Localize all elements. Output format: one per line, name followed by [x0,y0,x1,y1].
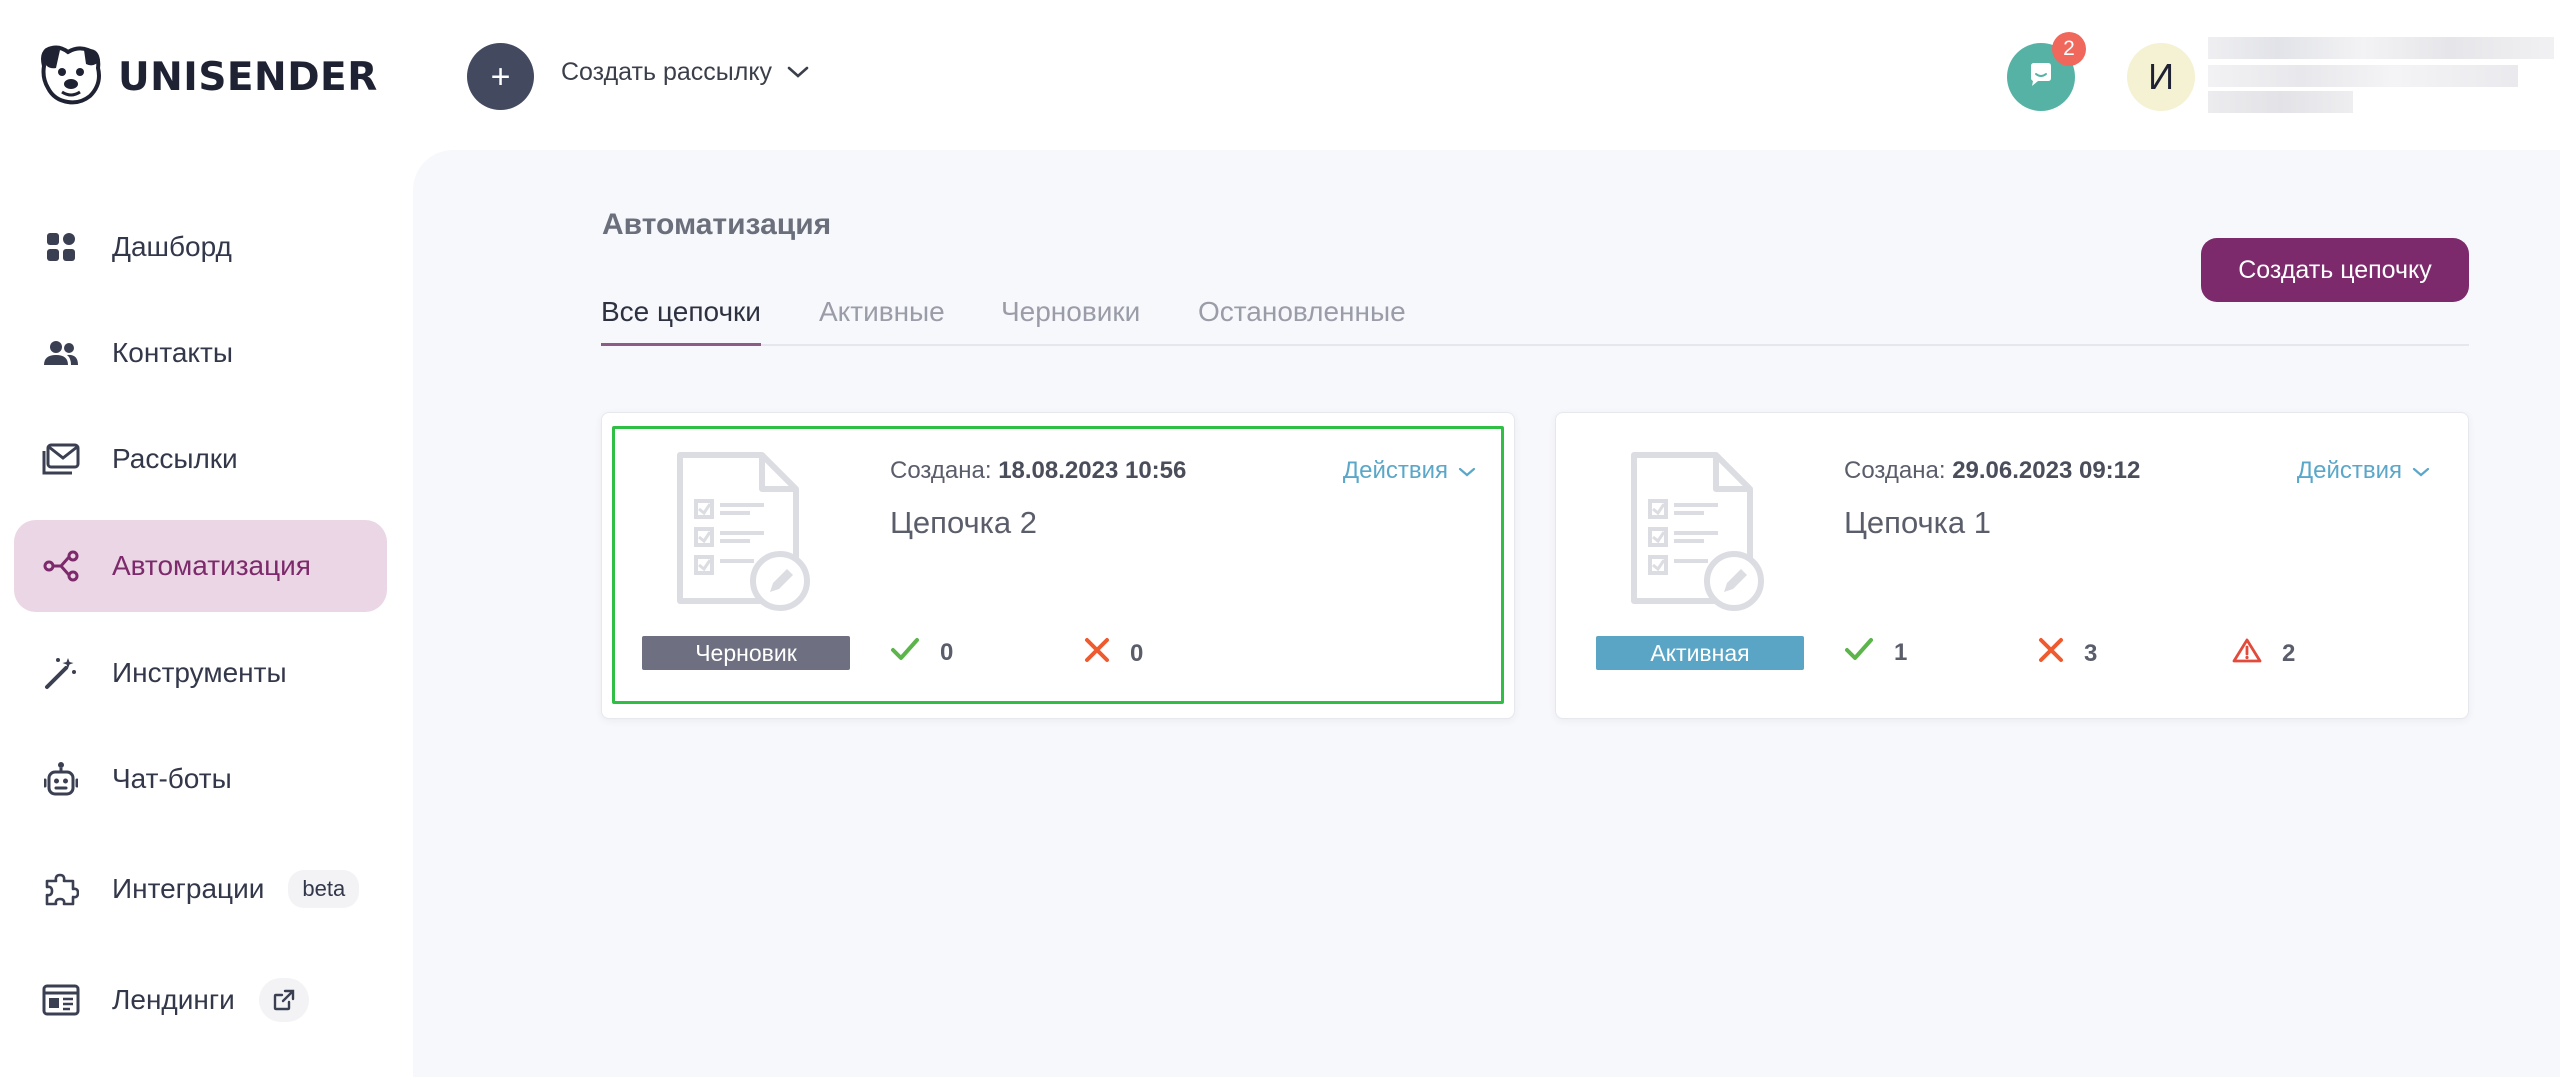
document-edit-icon [1628,451,1768,616]
created-value: 18.08.2023 10:56 [998,457,1187,484]
chevron-down-icon [2412,457,2430,485]
tab-all-chains[interactable]: Все цепочки [601,296,761,346]
created-date: Создана: 18.08.2023 10:56 [890,457,1186,485]
automation-icon [42,547,80,585]
warning-stat: 2 [2232,637,2295,670]
error-count: 3 [2084,639,2098,667]
landing-icon [42,981,80,1019]
check-icon [890,637,920,668]
actions-label: Действия [1342,457,1448,484]
account-info-blurred[interactable] [2208,37,2558,113]
sidebar-item-label: Автоматизация [112,550,311,581]
chevron-down-icon [786,58,810,87]
sidebar-item-automation[interactable]: Автоматизация [14,520,387,612]
chain-name[interactable]: Цепочка 2 [890,505,1037,541]
actions-dropdown[interactable]: Действия [2297,457,2430,485]
plus-icon: + [490,57,511,96]
created-label: Создана: [890,457,992,484]
dog-mascot-icon [38,44,104,111]
warning-icon [2232,637,2262,670]
success-stat: 1 [1844,637,1907,668]
status-badge: Черновик [642,636,850,670]
external-link-icon[interactable] [258,978,309,1022]
sidebar-item-label: Лендинги [112,984,235,1015]
sidebar-item-label: Инструменты [112,657,287,688]
created-date: Создана: 29.06.2023 09:12 [1844,457,2140,485]
sidebar-item-label: Чат-боты [112,763,232,794]
error-stat: 3 [2038,637,2097,670]
error-count: 0 [1130,639,1144,667]
blurred-account-email [2208,65,2518,87]
notification-badge: 2 [2052,32,2086,66]
success-count: 0 [940,638,954,666]
cross-icon [2038,637,2064,670]
create-mailing-label: Создать рассылку [561,58,773,86]
created-label: Создана: [1844,457,1946,484]
warning-count: 2 [2282,639,2296,667]
tabs-bar: Все цепочки Активные Черновики Остановле… [601,296,2469,346]
cross-icon [1084,637,1110,670]
success-stat: 0 [890,637,953,668]
sidebar-item-label: Рассылки [112,443,238,474]
chat-icon [2026,60,2056,95]
error-stat: 0 [1084,637,1143,670]
logo[interactable]: UNISENDER [38,44,378,111]
create-chain-button[interactable]: Создать цепочку [2201,238,2469,302]
sidebar-item-label: Дашборд [112,231,232,262]
sidebar-item-tools[interactable]: Инструменты [14,627,387,719]
chain-card[interactable]: Создана: 18.08.2023 10:56 Цепочка 2 Дейс… [601,412,1515,719]
sidebar: Дашборд Контакты Рассылки Автоматизация … [0,150,410,1077]
chevron-down-icon [1458,457,1476,485]
sidebar-item-mailings[interactable]: Рассылки [14,413,387,505]
robot-icon [42,760,80,798]
puzzle-icon [42,870,80,908]
contacts-icon [42,334,80,372]
sidebar-item-chatbots[interactable]: Чат-боты [14,733,387,825]
blurred-account-plan [2208,91,2353,113]
create-plus-button[interactable]: + [467,43,534,110]
page-title: Автоматизация [602,208,832,241]
success-count: 1 [1894,638,1908,666]
chain-name[interactable]: Цепочка 1 [1844,505,1991,541]
created-value: 29.06.2023 09:12 [1952,457,2141,484]
tab-active[interactable]: Активные [819,296,945,346]
logo-text: UNISENDER [118,55,378,100]
actions-dropdown[interactable]: Действия [1343,457,1476,485]
beta-badge: beta [288,870,360,908]
sidebar-item-dashboard[interactable]: Дашборд [14,201,387,293]
avatar[interactable]: И [2127,43,2195,111]
mail-icon [42,440,80,478]
blurred-account-name [2208,37,2554,59]
status-badge: Активная [1596,636,1804,670]
sidebar-item-label: Интеграции [112,873,265,904]
create-mailing-dropdown[interactable]: Создать рассылку [561,58,810,87]
sidebar-item-landings[interactable]: Лендинги [14,954,387,1046]
sidebar-item-integrations[interactable]: Интеграции beta [14,843,387,935]
sidebar-item-label: Контакты [112,337,233,368]
tab-stopped[interactable]: Остановленные [1198,296,1406,346]
dashboard-icon [42,228,80,266]
magic-wand-icon [42,654,80,692]
document-edit-icon [674,451,814,616]
actions-label: Действия [2296,457,2402,484]
sidebar-item-contacts[interactable]: Контакты [14,307,387,399]
tab-drafts[interactable]: Черновики [1001,296,1140,346]
check-icon [1844,637,1874,668]
chain-card[interactable]: Создана: 29.06.2023 09:12 Цепочка 1 Дейс… [1555,412,2469,719]
